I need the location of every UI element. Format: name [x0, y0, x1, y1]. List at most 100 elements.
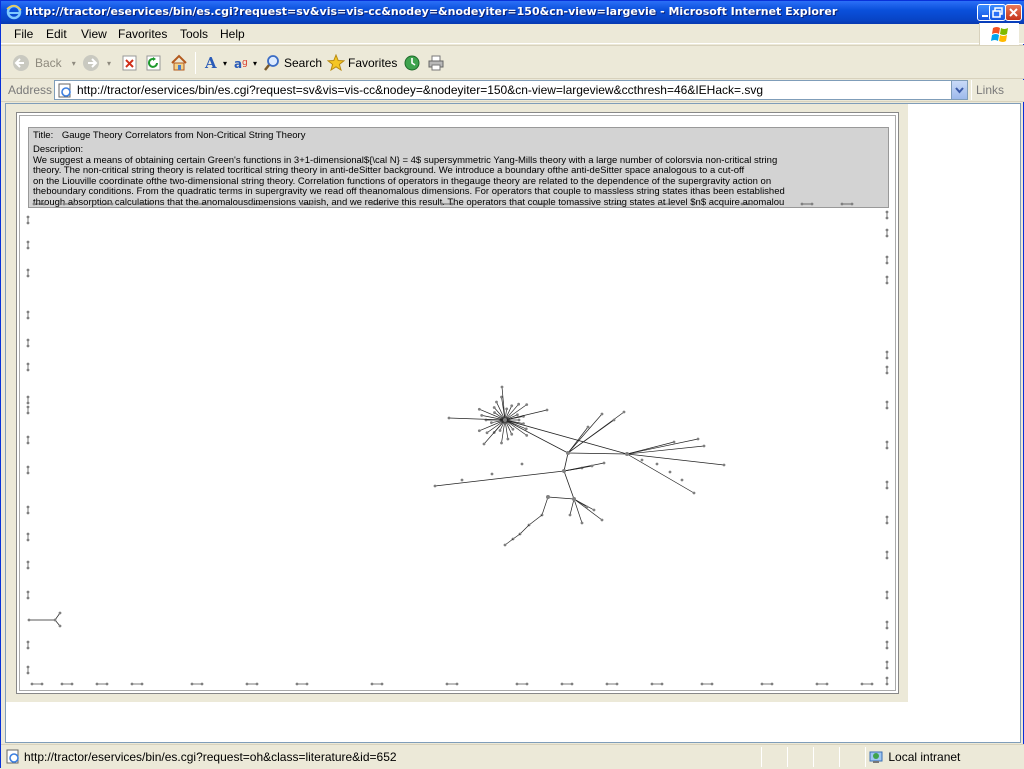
graph-node[interactable] [492, 406, 496, 409]
title-bar[interactable]: http://tractor/eservices/bin/es.cgi?requ… [1, 1, 1024, 24]
graph-node[interactable] [490, 472, 494, 476]
history-button[interactable] [403, 52, 421, 74]
graph-node[interactable] [26, 665, 30, 669]
graph-node[interactable] [245, 682, 249, 686]
graph-node[interactable] [58, 624, 62, 628]
graph-node[interactable] [672, 440, 676, 444]
graph-node[interactable] [190, 682, 194, 686]
graph-node[interactable] [590, 464, 594, 468]
graph-node[interactable] [205, 202, 209, 206]
graph-node[interactable] [800, 202, 804, 206]
graph-node[interactable] [255, 682, 259, 686]
graph-node[interactable] [26, 671, 30, 675]
graph-node[interactable] [660, 682, 664, 686]
graph-node[interactable] [26, 465, 30, 469]
forward-dropdown-icon[interactable]: ▾ [107, 59, 111, 68]
graph-node[interactable] [26, 274, 30, 278]
graph-node[interactable] [670, 202, 674, 206]
graph-node[interactable] [500, 385, 504, 389]
graph-node[interactable] [885, 406, 889, 410]
graph-node[interactable] [26, 471, 30, 475]
graph-node[interactable] [445, 682, 449, 686]
graph-node[interactable] [310, 202, 314, 206]
graph-node[interactable] [525, 403, 529, 407]
graph-node[interactable] [26, 560, 30, 564]
graph-node[interactable] [26, 395, 30, 399]
graph-node[interactable] [53, 618, 57, 622]
graph-node[interactable] [485, 431, 489, 435]
graph-node[interactable] [495, 400, 498, 404]
graph-node[interactable] [885, 660, 889, 664]
graph-node[interactable] [250, 202, 254, 206]
home-button[interactable] [169, 52, 189, 74]
graph-node[interactable] [26, 368, 30, 372]
graph-node[interactable] [490, 421, 493, 425]
graph-node[interactable] [503, 418, 507, 422]
menu-tools[interactable]: Tools [180, 27, 208, 41]
graph-node[interactable] [503, 543, 507, 547]
graph-node[interactable] [440, 202, 444, 206]
graph-node[interactable] [568, 513, 572, 517]
fonts-button[interactable]: A ▾ [203, 52, 227, 74]
graph-node[interactable] [70, 682, 74, 686]
graph-node[interactable] [493, 411, 496, 414]
graph-node[interactable] [460, 478, 464, 482]
graph-node[interactable] [562, 469, 566, 473]
graph-node[interactable] [545, 408, 549, 412]
graph-node[interactable] [710, 682, 714, 686]
graph-node[interactable] [26, 640, 30, 644]
graph-node[interactable] [692, 491, 696, 495]
graph-node[interactable] [622, 410, 626, 414]
graph-node[interactable] [585, 505, 589, 509]
address-input[interactable]: http://tractor/eservices/bin/es.cgi?requ… [54, 80, 968, 100]
graph-node[interactable] [610, 202, 614, 206]
graph-node[interactable] [260, 202, 264, 206]
graph-node[interactable] [524, 427, 528, 431]
graph-node[interactable] [150, 202, 154, 206]
graph-node[interactable] [885, 556, 889, 560]
graph-node[interactable] [885, 640, 889, 644]
graph-node[interactable] [885, 255, 889, 259]
graph-node[interactable] [42, 202, 46, 206]
stop-button[interactable] [121, 52, 139, 74]
graph-node[interactable] [27, 618, 31, 622]
menu-favorites[interactable]: Favorites [118, 27, 167, 41]
graph-node[interactable] [498, 429, 502, 432]
graph-node[interactable] [760, 682, 764, 686]
graph-node[interactable] [26, 401, 30, 405]
graph-node[interactable] [140, 202, 144, 206]
graph-node[interactable] [26, 566, 30, 570]
graph-node[interactable] [885, 400, 889, 404]
graph-node[interactable] [612, 418, 616, 422]
graph-node[interactable] [300, 202, 304, 206]
graph-node[interactable] [545, 202, 549, 206]
graph-node[interactable] [885, 590, 889, 594]
graph-node[interactable] [26, 596, 30, 600]
graph-node[interactable] [825, 682, 829, 686]
graph-node[interactable] [885, 365, 889, 369]
encoding-button[interactable]: ag ▾ [233, 52, 257, 74]
graph-node[interactable] [885, 521, 889, 525]
graph-node[interactable] [517, 402, 521, 406]
graph-node[interactable] [870, 682, 874, 686]
back-dropdown-icon[interactable]: ▾ [72, 59, 76, 68]
print-button[interactable] [427, 52, 445, 74]
graph-node[interactable] [885, 446, 889, 450]
graph-node[interactable] [668, 470, 672, 474]
graph-node[interactable] [110, 202, 114, 206]
favorites-button[interactable]: Favorites [327, 52, 397, 74]
graph-node[interactable] [525, 433, 529, 437]
graph-node[interactable] [305, 682, 309, 686]
graph-node[interactable] [810, 202, 814, 206]
graph-node[interactable] [26, 646, 30, 650]
graph-node[interactable] [702, 444, 706, 448]
graph-node[interactable] [885, 646, 889, 650]
graph-node[interactable] [500, 441, 503, 445]
graph-node[interactable] [592, 508, 596, 512]
graph-node[interactable] [295, 682, 299, 686]
graph-node[interactable] [480, 414, 484, 417]
graph-node[interactable] [26, 441, 30, 445]
graph-node[interactable] [370, 682, 374, 686]
graph-node[interactable] [517, 418, 521, 422]
graph-node[interactable] [885, 620, 889, 624]
